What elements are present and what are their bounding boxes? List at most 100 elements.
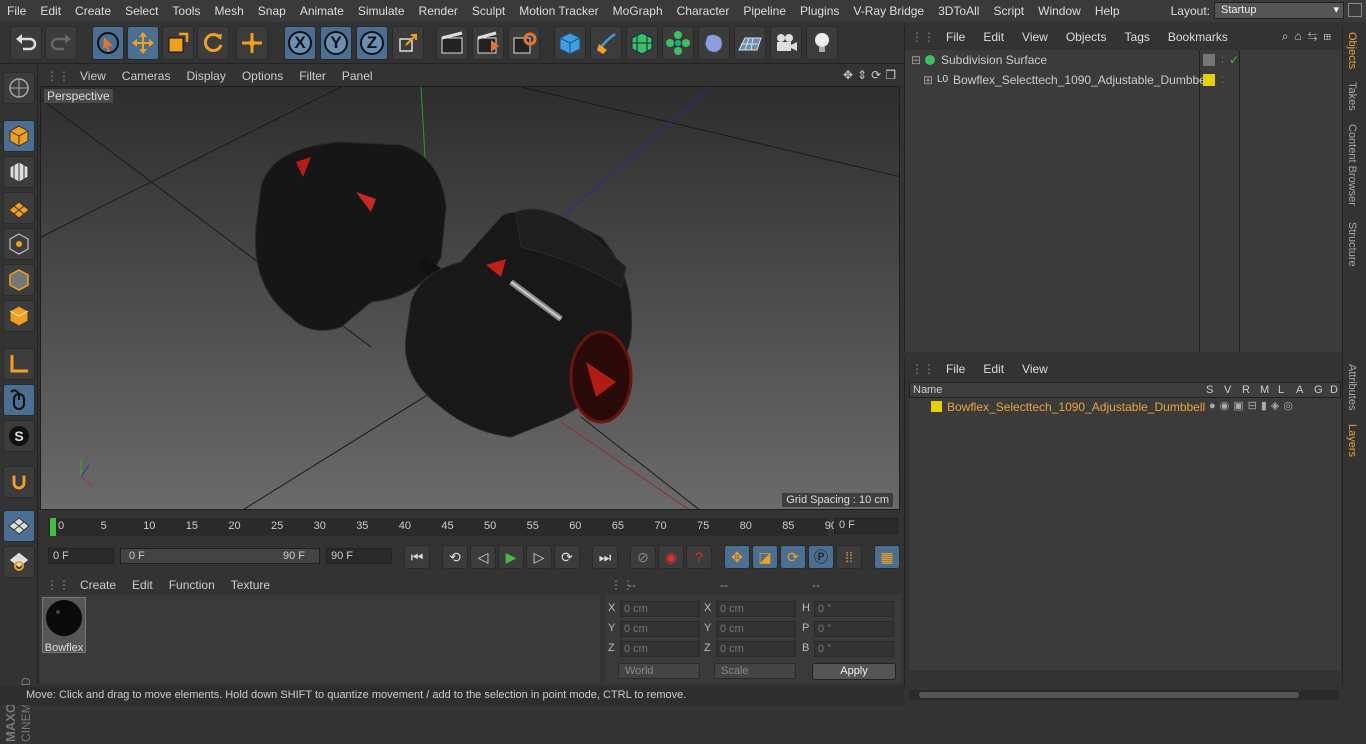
rot-p-field[interactable]: 0 ° (814, 621, 894, 637)
coordinate-system-icon[interactable] (392, 26, 424, 60)
menu-animate[interactable]: Animate (293, 4, 351, 18)
vp-menu-filter[interactable]: Filter (291, 69, 334, 83)
menu-render[interactable]: Render (412, 4, 465, 18)
tab-attributes[interactable]: Attributes (1346, 364, 1358, 410)
redo-icon[interactable] (45, 26, 77, 60)
y-axis-icon[interactable]: Y (320, 26, 352, 60)
vp-menu-view[interactable]: View (72, 69, 114, 83)
layer-color-icon[interactable] (931, 401, 942, 412)
goto-start-icon[interactable]: ⏮ (404, 545, 430, 569)
visibility-dots-icon[interactable]: ⁚ (1221, 70, 1224, 90)
edges-mode-icon[interactable] (3, 264, 35, 296)
menu-plugins[interactable]: Plugins (793, 4, 846, 18)
timeline[interactable]: 0 5 10 15 20 25 30 35 40 45 50 55 60 65 70 75 80 85 90 0 F (40, 512, 900, 542)
menu-script[interactable]: Script (986, 4, 1031, 18)
pos-x-field[interactable]: 0 cm (620, 601, 700, 617)
vp-scroll-icon[interactable]: ⇕ (857, 68, 867, 82)
subdivision-icon[interactable] (626, 26, 658, 60)
render-view-icon[interactable] (436, 26, 468, 60)
start-frame-field[interactable]: 0 F (48, 548, 114, 564)
polygons-mode-icon[interactable] (3, 300, 35, 332)
make-editable-icon[interactable] (3, 72, 35, 104)
size-x-field[interactable]: 0 cm (716, 601, 796, 617)
current-frame-field[interactable]: 0 F (834, 518, 898, 534)
obj-menu-tags[interactable]: Tags (1116, 30, 1159, 44)
mat-menu-create[interactable]: Create (72, 578, 124, 592)
z-axis-icon[interactable]: Z (356, 26, 388, 60)
vp-rotate-icon[interactable]: ⟳ (871, 68, 881, 82)
menu-edit[interactable]: Edit (33, 4, 68, 18)
menu-pipeline[interactable]: Pipeline (736, 4, 793, 18)
menu-simulate[interactable]: Simulate (351, 4, 412, 18)
vp-menu-display[interactable]: Display (178, 69, 233, 83)
vp-menu-panel[interactable]: Panel (334, 69, 381, 83)
move-icon[interactable] (127, 26, 159, 60)
layout-lock-icon[interactable] (1348, 3, 1362, 17)
mat-menu-function[interactable]: Function (161, 578, 223, 592)
object-row[interactable]: ⊟ Subdivision Surface ⁚ ✓ (905, 50, 1239, 70)
material-swatch[interactable]: Bowflex (42, 597, 86, 654)
enabled-check-icon[interactable]: ✓ (1229, 50, 1239, 70)
light-icon[interactable] (806, 26, 838, 60)
key-pla-icon[interactable]: ⁞⁞ (836, 545, 862, 569)
play-icon[interactable]: ▶ (498, 545, 524, 569)
key-rotation-icon[interactable]: ⟳ (780, 545, 806, 569)
menu-tools[interactable]: Tools (165, 4, 207, 18)
floor-icon[interactable] (734, 26, 766, 60)
menu-select[interactable]: Select (118, 4, 165, 18)
deformer-icon[interactable] (698, 26, 730, 60)
menu-file[interactable]: File (0, 4, 33, 18)
coord-mode-select[interactable]: World (618, 663, 700, 679)
texture-mode-icon[interactable] (3, 156, 35, 188)
object-list[interactable]: ⊟ Subdivision Surface ⁚ ✓ ⊞ L0 Bowflex_S… (905, 50, 1343, 352)
rot-h-field[interactable]: 0 ° (814, 601, 894, 617)
tree-toggle-icon[interactable]: ⊞ (923, 70, 933, 90)
solo-mode-icon[interactable]: S (3, 420, 35, 452)
camera-icon[interactable] (770, 26, 802, 60)
menu-sculpt[interactable]: Sculpt (465, 4, 512, 18)
menu-mograph[interactable]: MoGraph (606, 4, 670, 18)
end-frame-field[interactable]: 90 F (326, 548, 392, 564)
obj-menu-objects[interactable]: Objects (1057, 30, 1116, 44)
planar-workplane-icon[interactable] (3, 546, 35, 578)
layer-row[interactable]: Bowflex_Selecttech_1090_Adjustable_Dumbb… (909, 398, 1341, 416)
vp-menu-cameras[interactable]: Cameras (114, 69, 179, 83)
array-icon[interactable] (662, 26, 694, 60)
obj-menu-file[interactable]: File (937, 30, 974, 44)
size-mode-select[interactable]: Scale (714, 663, 796, 679)
layer-menu-file[interactable]: File (937, 362, 974, 376)
tab-objects[interactable]: Objects (1346, 32, 1358, 69)
model-mode-icon[interactable] (3, 120, 35, 152)
tab-layers[interactable]: Layers (1346, 424, 1358, 457)
scale-icon[interactable] (162, 26, 194, 60)
autokey-icon[interactable]: ◉ (658, 545, 684, 569)
cube-icon[interactable] (554, 26, 586, 60)
visibility-dots-icon[interactable]: ⁚ (1221, 50, 1224, 70)
mat-menu-texture[interactable]: Texture (223, 578, 278, 592)
next-key-icon[interactable]: ⟳ (554, 545, 580, 569)
menu-mesh[interactable]: Mesh (207, 4, 250, 18)
menu-create[interactable]: Create (68, 4, 118, 18)
select-cursor-icon[interactable] (92, 26, 124, 60)
snap-magnet-icon[interactable] (3, 466, 35, 498)
size-z-field[interactable]: 0 cm (716, 641, 796, 657)
key-scale-icon[interactable]: ◪ (752, 545, 778, 569)
menu-motion-tracker[interactable]: Motion Tracker (512, 4, 605, 18)
tree-toggle-icon[interactable]: ⊟ (911, 50, 921, 70)
next-frame-icon[interactable]: ▷ (526, 545, 552, 569)
timeline-window-icon[interactable]: ▦ (874, 545, 900, 569)
tag-icon[interactable] (1203, 54, 1215, 66)
mat-menu-edit[interactable]: Edit (124, 578, 161, 592)
size-y-field[interactable]: 0 cm (716, 621, 796, 637)
menu-3dtoall[interactable]: 3DToAll (931, 4, 986, 18)
layer-menu-view[interactable]: View (1013, 362, 1057, 376)
undo-icon[interactable] (10, 26, 42, 60)
tab-structure[interactable]: Structure (1346, 222, 1358, 267)
workplane-mode-icon[interactable] (3, 192, 35, 224)
menu-window[interactable]: Window (1031, 4, 1088, 18)
horizontal-scrollbar[interactable] (909, 690, 1339, 700)
x-axis-icon[interactable]: X (284, 26, 316, 60)
rot-b-field[interactable]: 0 ° (814, 641, 894, 657)
menu-help[interactable]: Help (1088, 4, 1127, 18)
menu-vray-bridge[interactable]: V-Ray Bridge (846, 4, 931, 18)
